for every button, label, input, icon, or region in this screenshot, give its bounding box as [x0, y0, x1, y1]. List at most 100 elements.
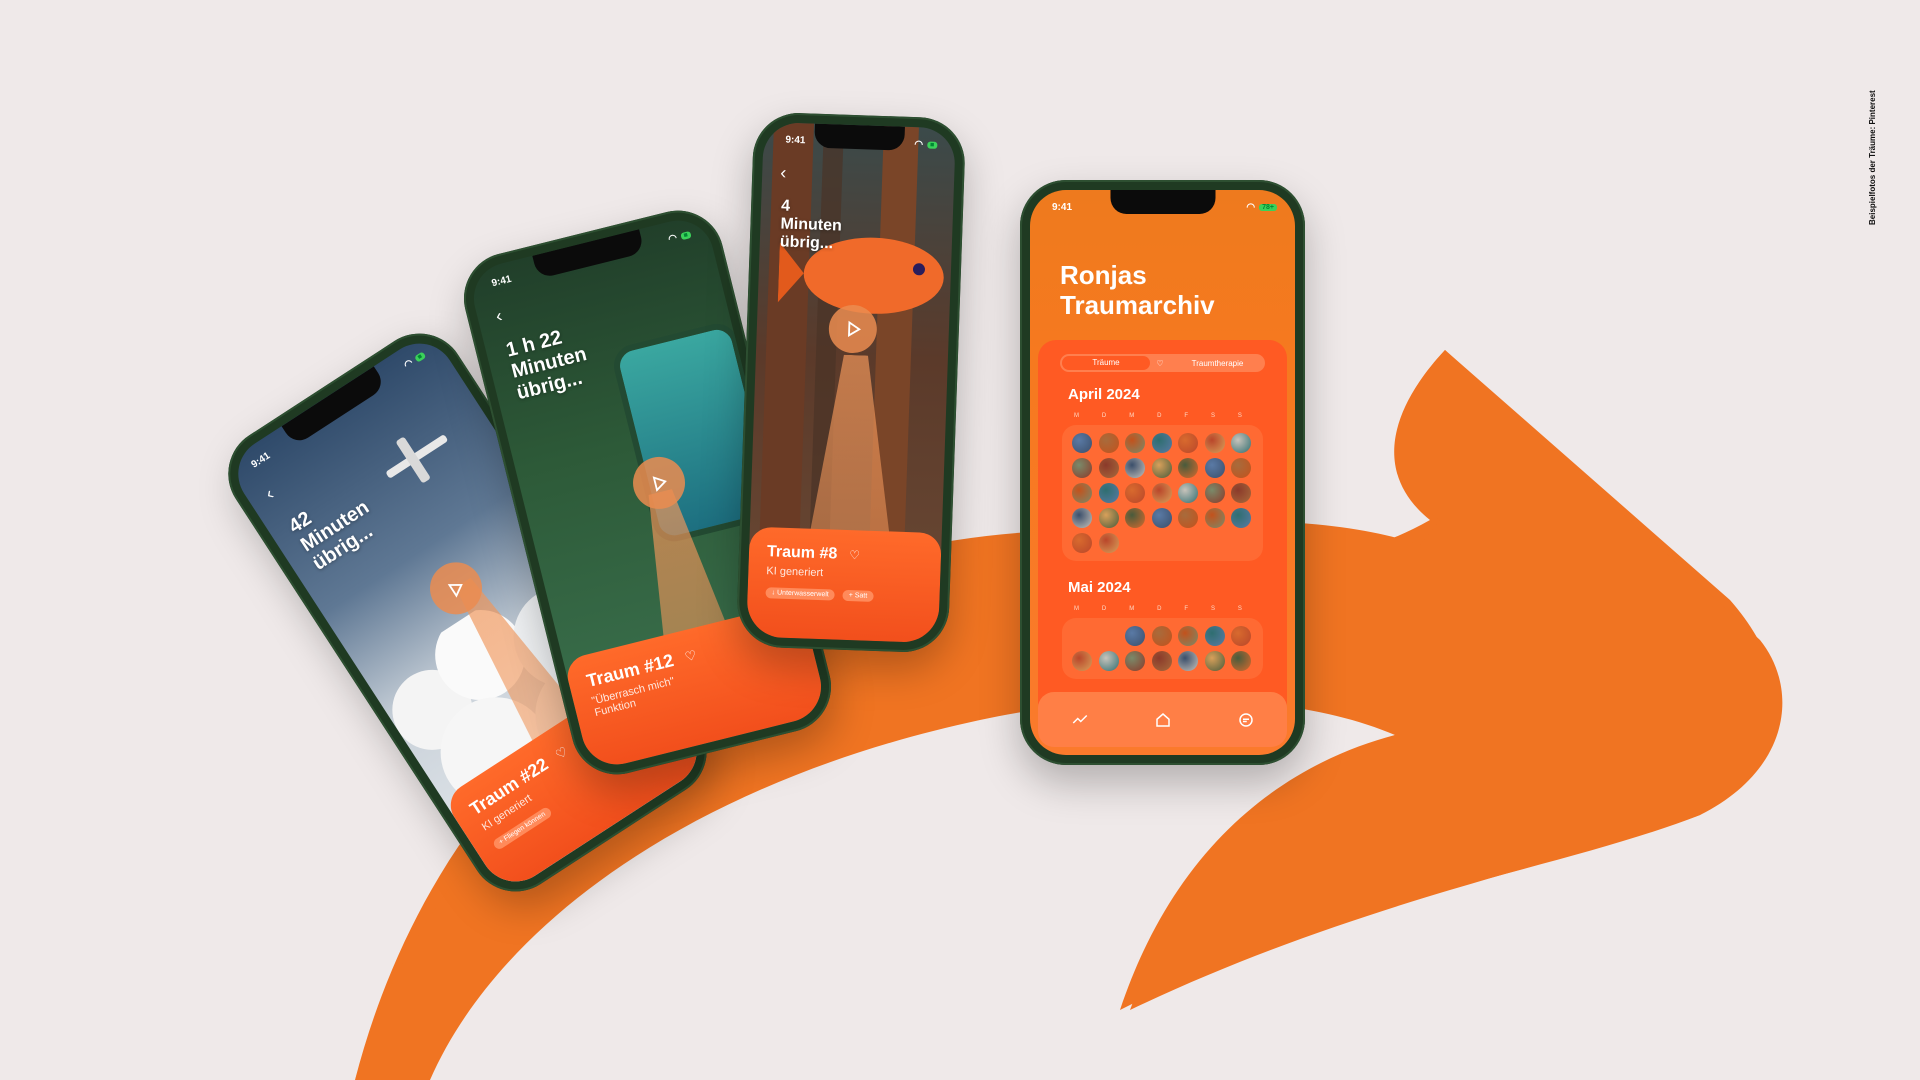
battery-icon: ■	[926, 141, 938, 149]
dream-card[interactable]: Traum #8 ♡ KI generiert ↓ Unterwasserwel…	[746, 526, 942, 644]
weekday-label: M	[1074, 413, 1079, 419]
weekday-label: S	[1237, 606, 1242, 612]
phone-dream-8: 9:41 ◠ ■ ‹ 4 Minuten übrig... Traum #8 ♡ …	[735, 111, 967, 654]
heart-icon[interactable]: ♡	[683, 647, 698, 665]
calendar-day-thumbnail[interactable]	[1098, 651, 1119, 671]
weekday-label: D	[1157, 413, 1162, 419]
calendar-day-thumbnail[interactable]	[1151, 433, 1172, 453]
calendar-day-thumbnail[interactable]	[1231, 651, 1252, 671]
weekday-label: S	[1210, 606, 1215, 612]
day-grid	[1072, 433, 1253, 553]
heart-icon[interactable]: ♡	[849, 548, 860, 562]
calendar-day-thumbnail[interactable]	[1178, 483, 1199, 503]
calendar-day-thumbnail[interactable]	[1072, 483, 1092, 503]
month-label: April 2024	[1068, 386, 1140, 403]
stats-icon[interactable]	[1071, 711, 1089, 729]
photo-credit: Beispielfotos der Träume: Pinterest	[1868, 90, 1877, 225]
wifi-icon: ◠	[914, 138, 924, 150]
back-chevron-icon[interactable]: ‹	[261, 484, 277, 505]
calendar-day-thumbnail[interactable]	[1204, 458, 1225, 478]
dream-title: Traum #8	[766, 543, 838, 563]
calendar-day-thumbnail[interactable]	[1204, 626, 1225, 646]
back-chevron-icon[interactable]: ‹	[780, 162, 787, 183]
archive-panel: Träume ♡ Traumtherapie April 2024 M D M …	[1038, 340, 1287, 720]
calendar-day-thumbnail[interactable]	[1125, 626, 1146, 646]
time-remaining: 4 Minuten übrig...	[779, 197, 843, 253]
calendar-day-thumbnail[interactable]	[1204, 651, 1225, 671]
month-label: Mai 2024	[1068, 579, 1131, 596]
status-time: 9:41	[249, 450, 273, 471]
battery-icon: ■	[413, 350, 427, 363]
day-grid	[1072, 626, 1253, 671]
calendar-day-thumbnail[interactable]	[1151, 483, 1172, 503]
play-icon	[652, 476, 667, 492]
weekday-header: M D M D F S S	[1074, 606, 1242, 612]
weekday-label: D	[1101, 606, 1107, 612]
calendar-empty-cell	[1072, 626, 1092, 646]
calendar-day-thumbnail[interactable]	[1072, 433, 1092, 453]
calendar-day-thumbnail[interactable]	[1204, 483, 1225, 503]
tab-traumtherapie[interactable]: Traumtherapie	[1170, 359, 1265, 368]
status-time: 9:41	[1052, 201, 1073, 213]
calendar-day-thumbnail[interactable]	[1125, 508, 1146, 528]
play-icon	[447, 583, 463, 598]
calendar-day-thumbnail[interactable]	[1231, 433, 1252, 453]
heart-icon[interactable]: ♡	[1150, 359, 1170, 368]
tag-chip[interactable]: + Satt	[842, 589, 874, 602]
calendar-day-thumbnail[interactable]	[1231, 508, 1252, 528]
weekday-label: M	[1129, 413, 1135, 419]
calendar-april	[1062, 425, 1263, 561]
calendar-day-thumbnail[interactable]	[1098, 533, 1119, 553]
calendar-day-thumbnail[interactable]	[1072, 533, 1092, 553]
wifi-icon: ◠	[1246, 201, 1256, 213]
calendar-day-thumbnail[interactable]	[1204, 508, 1225, 528]
calendar-day-thumbnail[interactable]	[1151, 458, 1172, 478]
calendar-day-thumbnail[interactable]	[1072, 651, 1092, 671]
heart-icon[interactable]: ♡	[552, 743, 570, 763]
tag-chip[interactable]: ↓ Unterwasserwelt	[765, 587, 835, 601]
calendar-day-thumbnail[interactable]	[1072, 508, 1092, 528]
home-icon[interactable]	[1154, 711, 1172, 729]
phone-screen: 9:41 ◠ ■ ‹ 4 Minuten übrig... Traum #8 ♡ …	[746, 121, 956, 644]
calendar-day-thumbnail[interactable]	[1072, 458, 1092, 478]
calendar-day-thumbnail[interactable]	[1231, 626, 1252, 646]
chat-icon[interactable]	[1237, 711, 1255, 729]
weekday-label: F	[1184, 413, 1189, 419]
bottom-nav	[1038, 692, 1287, 747]
calendar-day-thumbnail[interactable]	[1204, 433, 1225, 453]
calendar-day-thumbnail[interactable]	[1098, 458, 1119, 478]
battery-icon: 78+	[1259, 203, 1277, 211]
status-time: 9:41	[490, 273, 513, 289]
play-icon	[848, 320, 861, 337]
calendar-day-thumbnail[interactable]	[1178, 508, 1199, 528]
segmented-control: Träume ♡ Traumtherapie	[1060, 354, 1265, 372]
phone-dream-archive: 9:41 ◠ 78+ Ronjas Traumarchiv Träume ♡ Tr…	[1020, 180, 1305, 765]
calendar-day-thumbnail[interactable]	[1098, 508, 1119, 528]
calendar-day-thumbnail[interactable]	[1125, 433, 1146, 453]
calendar-day-thumbnail[interactable]	[1151, 508, 1172, 528]
back-chevron-icon[interactable]: ‹	[493, 305, 504, 327]
calendar-day-thumbnail[interactable]	[1178, 433, 1199, 453]
calendar-day-thumbnail[interactable]	[1231, 483, 1252, 503]
calendar-day-thumbnail[interactable]	[1231, 458, 1252, 478]
calendar-day-thumbnail[interactable]	[1178, 626, 1199, 646]
battery-icon: ■	[679, 230, 692, 240]
calendar-day-thumbnail[interactable]	[1098, 433, 1119, 453]
archive-screen: 9:41 ◠ 78+ Ronjas Traumarchiv Träume ♡ Tr…	[1030, 190, 1295, 755]
calendar-day-thumbnail[interactable]	[1151, 651, 1172, 671]
wifi-icon: ◠	[401, 357, 416, 372]
calendar-day-thumbnail[interactable]	[1178, 651, 1199, 671]
calendar-day-thumbnail[interactable]	[1151, 626, 1172, 646]
calendar-day-thumbnail[interactable]	[1125, 458, 1146, 478]
calendar-day-thumbnail[interactable]	[1125, 483, 1146, 503]
time-remaining: 42 Minuten übrig...	[284, 496, 377, 575]
calendar-mai	[1062, 618, 1263, 679]
calendar-day-thumbnail[interactable]	[1125, 651, 1146, 671]
calendar-day-thumbnail[interactable]	[1178, 458, 1199, 478]
tab-traeume[interactable]: Träume	[1062, 356, 1150, 370]
status-bar: 9:41 ◠ 78+	[1052, 200, 1277, 214]
weekday-header: M D M D F S S	[1074, 413, 1242, 419]
weekday-label: F	[1184, 606, 1189, 612]
status-time: 9:41	[785, 134, 806, 146]
calendar-day-thumbnail[interactable]	[1098, 483, 1119, 503]
